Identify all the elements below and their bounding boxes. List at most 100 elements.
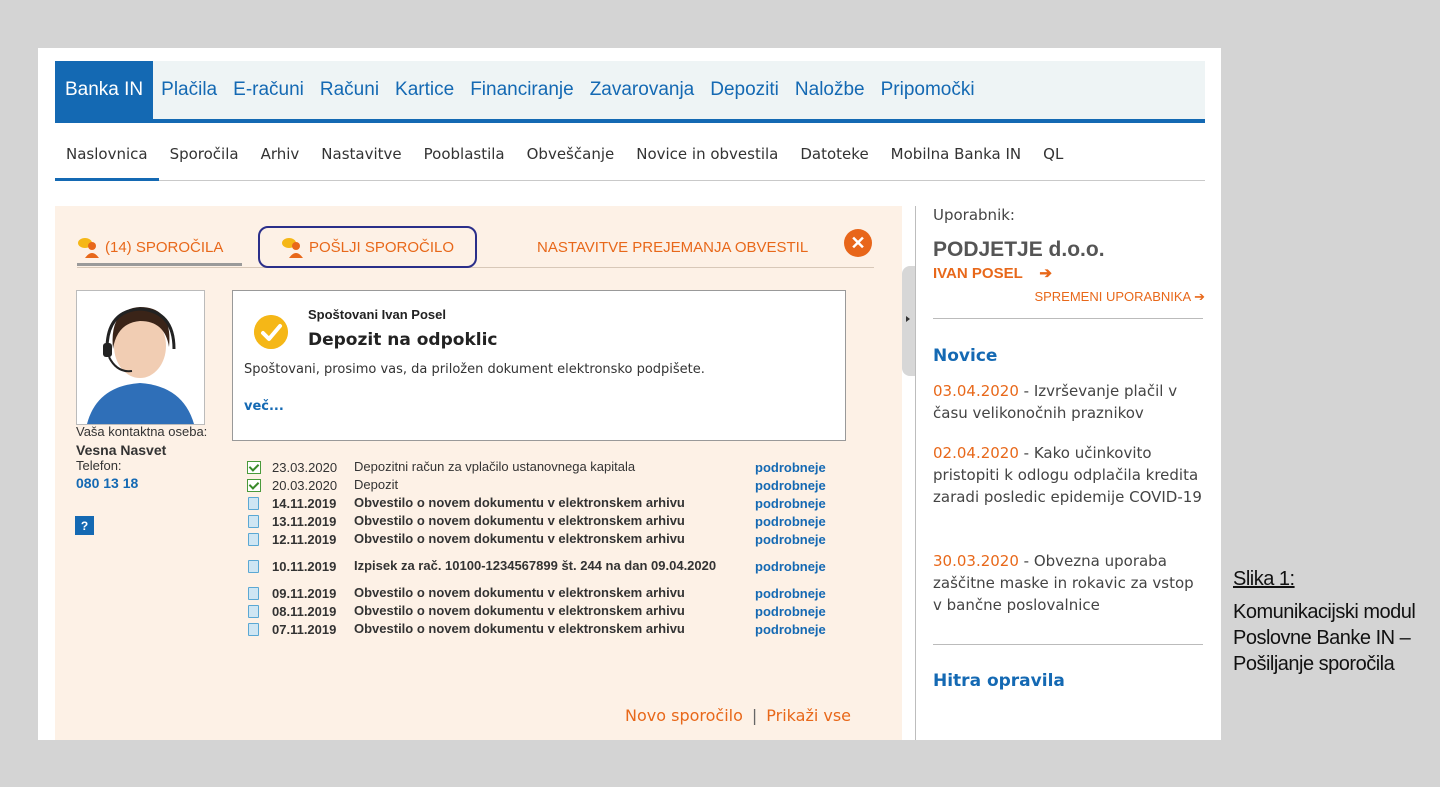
- message-title: Obvestilo o novem dokumentu v elektronsk…: [354, 621, 685, 636]
- subnav-datoteke[interactable]: Datoteke: [789, 128, 879, 180]
- message-title: Obvestilo o novem dokumentu v elektronsk…: [354, 495, 685, 510]
- user-label: Uporabnik:: [933, 206, 1015, 224]
- check-circle-icon: [254, 315, 288, 349]
- document-icon: [248, 559, 259, 573]
- document-icon: [248, 532, 259, 546]
- details-link[interactable]: podrobneje: [755, 514, 826, 529]
- news-date-link[interactable]: 03.04.2020: [933, 382, 1019, 400]
- subnav-nastavitve[interactable]: Nastavitve: [310, 128, 412, 180]
- news-item: 03.04.2020 - Izvrševanje plačil v času v…: [933, 380, 1205, 424]
- contact-label: Vaša kontaktna oseba:: [76, 424, 208, 439]
- phone-label: Telefon:: [76, 458, 122, 473]
- details-link[interactable]: podrobneje: [755, 604, 826, 619]
- message-date: 08.11.2019: [272, 603, 337, 619]
- show-all-link[interactable]: Prikaži vse: [766, 706, 851, 725]
- details-link[interactable]: podrobneje: [755, 559, 826, 574]
- list-item[interactable]: 14.11.2019 Obvestilo o novem dokumentu v…: [247, 494, 847, 512]
- nav-banka-in[interactable]: Banka IN: [55, 61, 154, 119]
- company-name: PODJETJE d.o.o.: [933, 238, 1105, 261]
- message-date: 14.11.2019: [272, 495, 337, 511]
- list-item[interactable]: 13.11.2019 Obvestilo o novem dokumentu v…: [247, 512, 847, 530]
- subnav-ql[interactable]: QL: [1032, 128, 1074, 180]
- tab-messages[interactable]: (14) SPOROČILA: [77, 231, 242, 266]
- message-subject: Depozit na odpoklic: [308, 330, 498, 350]
- details-link[interactable]: podrobneje: [755, 622, 826, 637]
- tab-messages-label: (14) SPOROČILA: [105, 238, 224, 256]
- message-date: 13.11.2019: [272, 513, 337, 529]
- nav-nalozbe[interactable]: Naložbe: [787, 61, 873, 119]
- nav-racuni[interactable]: Računi: [312, 61, 387, 119]
- close-icon[interactable]: ✕: [844, 229, 872, 257]
- subnav-novice[interactable]: Novice in obvestila: [625, 128, 789, 180]
- caption-title: Slika 1:: [1233, 568, 1295, 590]
- user-name-link[interactable]: IVAN POSEL ➔: [933, 264, 1052, 282]
- news-heading: Novice: [933, 346, 998, 366]
- subnav-pooblastila[interactable]: Pooblastila: [413, 128, 516, 180]
- message-title: Obvestilo o novem dokumentu v elektronsk…: [354, 513, 685, 528]
- details-link[interactable]: podrobneje: [755, 586, 826, 601]
- arrow-right-icon: ➔: [1039, 265, 1052, 282]
- list-item[interactable]: 08.11.2019 Obvestilo o novem dokumentu v…: [247, 602, 847, 620]
- message-body: Spoštovani, prosimo vas, da priložen dok…: [244, 362, 705, 377]
- change-user-link[interactable]: SPREMENI UPORABNIKA ➔: [1034, 289, 1205, 305]
- message-title: Obvestilo o novem dokumentu v elektronsk…: [354, 603, 685, 618]
- details-link[interactable]: podrobneje: [755, 532, 826, 547]
- subnav-sporocila[interactable]: Sporočila: [159, 128, 250, 180]
- message-date: 20.03.2020: [272, 477, 338, 493]
- new-message-link[interactable]: Novo sporočilo: [625, 706, 743, 725]
- nav-pripomocki[interactable]: Pripomočki: [873, 61, 983, 119]
- list-item[interactable]: 20.03.2020 Depozit podrobneje: [247, 476, 847, 494]
- news-date-link[interactable]: 30.03.2020: [933, 552, 1019, 570]
- news-date-link[interactable]: 02.04.2020: [933, 444, 1019, 462]
- divider: [933, 318, 1203, 319]
- message-list: 23.03.2020 Depozitni račun za vplačilo u…: [247, 458, 847, 638]
- subnav-obvescanje[interactable]: Obveščanje: [516, 128, 626, 180]
- nav-depoziti[interactable]: Depoziti: [702, 61, 787, 119]
- document-icon: [248, 622, 259, 636]
- message-date: 10.11.2019: [272, 558, 337, 574]
- divider: [933, 644, 1203, 645]
- nav-e-racuni[interactable]: E-računi: [225, 61, 312, 119]
- nav-zavarovanja[interactable]: Zavarovanja: [582, 61, 703, 119]
- details-link[interactable]: podrobneje: [755, 496, 826, 511]
- nav-kartice[interactable]: Kartice: [387, 61, 462, 119]
- subnav-arhiv[interactable]: Arhiv: [250, 128, 311, 180]
- nav-placila[interactable]: Plačila: [153, 61, 225, 119]
- details-link[interactable]: podrobneje: [755, 478, 826, 493]
- subnav-naslovnica[interactable]: Naslovnica: [55, 128, 159, 181]
- tab-send-label: POŠLJI SPOROČILO: [308, 238, 455, 256]
- list-item[interactable]: 23.03.2020 Depozitni račun za vplačilo u…: [247, 458, 847, 476]
- contact-name: Vesna Nasvet: [76, 442, 167, 458]
- contact-photo: [76, 290, 205, 425]
- details-link[interactable]: podrobneje: [755, 460, 826, 475]
- help-button[interactable]: ?: [75, 516, 94, 535]
- secondary-nav: Naslovnica Sporočila Arhiv Nastavitve Po…: [55, 128, 1205, 181]
- tab-notification-settings[interactable]: NASTAVITVE PREJEMANJA OBVESTIL: [537, 231, 808, 263]
- list-item[interactable]: 12.11.2019 Obvestilo o novem dokumentu v…: [247, 530, 847, 548]
- contact-person: Vaša kontaktna oseba: Vesna Nasvet Telef…: [76, 424, 236, 493]
- message-tabs: (14) SPOROČILA POŠLJI SPOROČILO NASTAVIT…: [77, 226, 874, 268]
- link-separator: |: [751, 706, 758, 725]
- news-item: 02.04.2020 - Kako učinkovito pristopiti …: [933, 442, 1205, 508]
- message-title: Izpisek za rač. 10100-1234567899 št. 244…: [354, 558, 717, 573]
- list-item[interactable]: 07.11.2019 Obvestilo o novem dokumentu v…: [247, 620, 847, 638]
- message-date: 12.11.2019: [272, 531, 337, 547]
- more-link[interactable]: več...: [244, 399, 284, 414]
- list-item[interactable]: 09.11.2019 Obvestilo o novem dokumentu v…: [247, 584, 847, 602]
- user-chat-icon: [78, 238, 99, 258]
- user-chat-icon: [281, 238, 303, 258]
- user-name: IVAN POSEL: [933, 265, 1023, 282]
- subnav-mobilna-banka[interactable]: Mobilna Banka IN: [880, 128, 1032, 180]
- message-title: Obvestilo o novem dokumentu v elektronsk…: [354, 531, 685, 546]
- list-item[interactable]: 10.11.2019 Izpisek za rač. 10100-1234567…: [247, 548, 847, 584]
- message-preview: Spoštovani Ivan Posel Depozit na odpokli…: [232, 290, 846, 441]
- tab-send-message[interactable]: POŠLJI SPOROČILO: [258, 226, 477, 268]
- message-title: Depozit: [354, 477, 399, 492]
- message-footer-links: Novo sporočilo | Prikaži vse: [625, 706, 851, 725]
- contact-phone[interactable]: 080 13 18: [76, 473, 236, 493]
- message-greeting: Spoštovani Ivan Posel: [308, 307, 446, 322]
- news-item: 30.03.2020 - Obvezna uporaba zaščitne ma…: [933, 550, 1205, 616]
- nav-financiranje[interactable]: Financiranje: [462, 61, 582, 119]
- sidebar-collapse-handle[interactable]: [902, 266, 916, 376]
- document-icon: [248, 514, 259, 528]
